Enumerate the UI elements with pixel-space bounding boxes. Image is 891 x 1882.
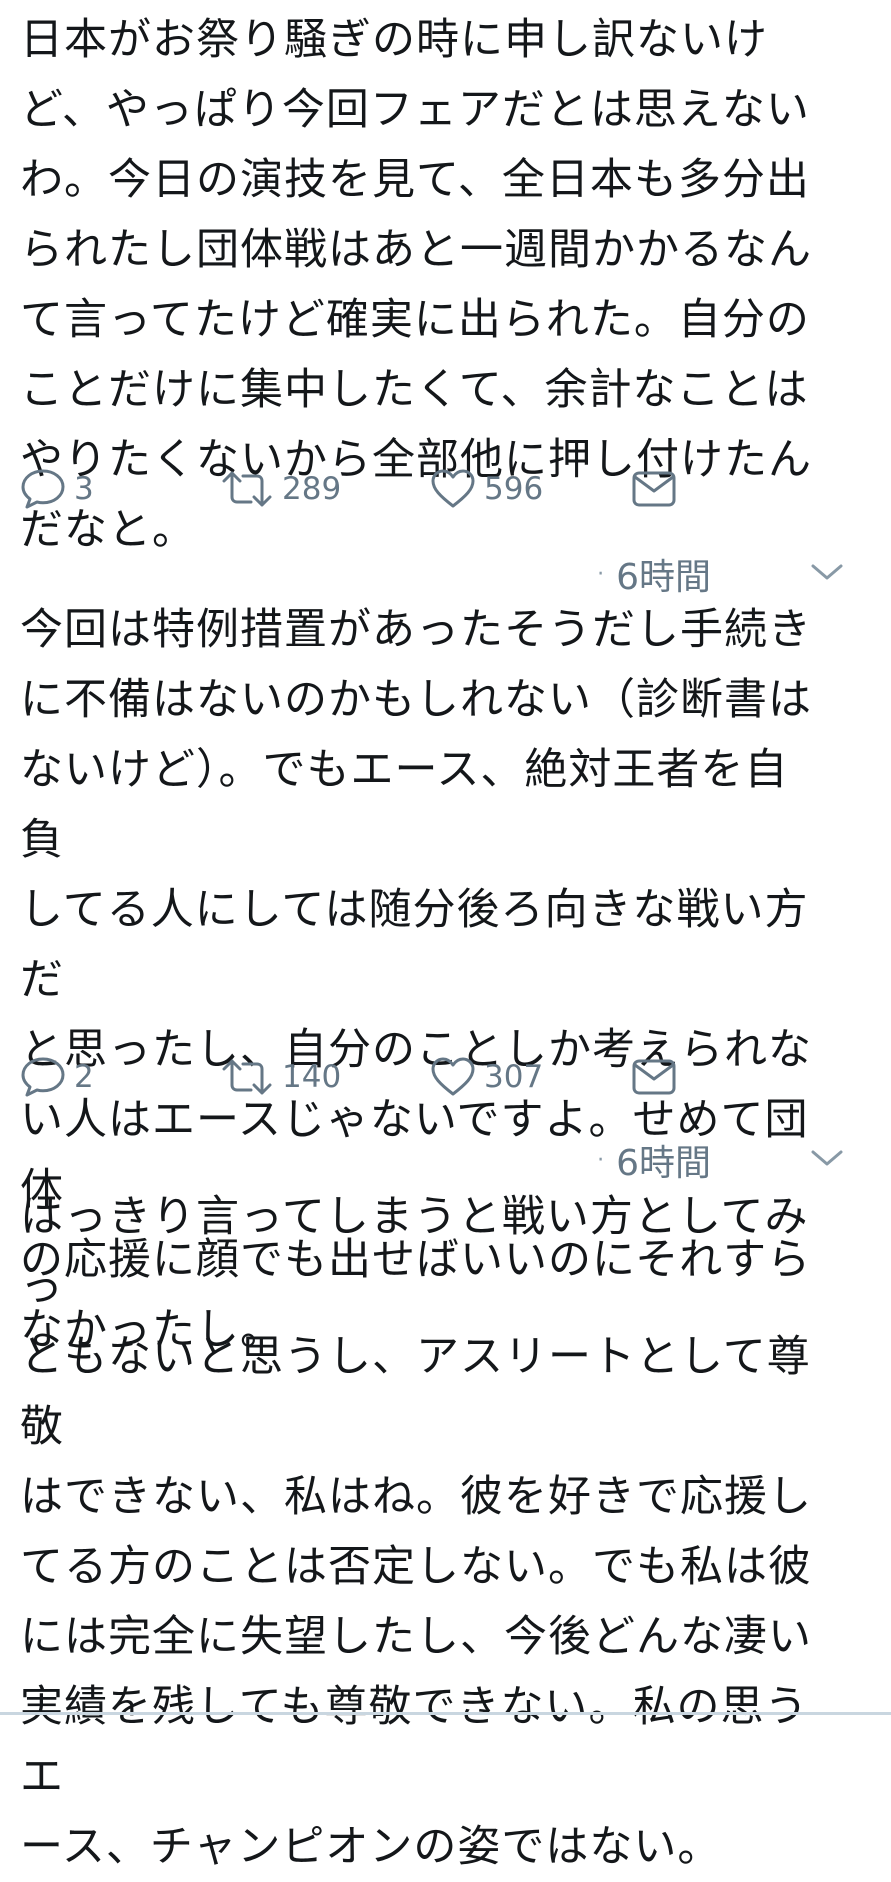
retweet-icon (222, 1059, 272, 1095)
separator-dot: · (597, 561, 605, 587)
reply-icon (21, 469, 65, 509)
time-label: 6時間 (616, 1143, 711, 1184)
reply-button[interactable]: 3 (20, 464, 94, 514)
dm-button[interactable] (632, 464, 676, 514)
dm-button[interactable] (632, 1052, 676, 1102)
tweet-timestamp[interactable]: · 6時間 (597, 1134, 711, 1186)
chevron-down-icon[interactable] (807, 556, 847, 586)
like-button[interactable]: 596 (430, 464, 543, 514)
heart-icon (431, 1057, 475, 1096)
retweet-button[interactable]: 140 (220, 1052, 341, 1102)
retweet-count: 289 (282, 471, 342, 507)
tweet-actions: 3 289 596 (20, 464, 780, 514)
envelope-icon (632, 1059, 676, 1095)
tweet-timestamp[interactable]: · 6時間 (597, 548, 711, 600)
heart-icon (431, 469, 475, 508)
reply-icon (21, 1057, 65, 1097)
envelope-icon (632, 471, 676, 507)
tweet-header: · 6時間 (20, 1134, 871, 1184)
time-label: 6時間 (616, 557, 711, 598)
chevron-down-icon[interactable] (807, 1142, 847, 1172)
tweet-header: · 6時間 (20, 548, 871, 598)
retweet-button[interactable]: 289 (220, 464, 341, 514)
like-button[interactable]: 307 (430, 1052, 543, 1102)
reply-button[interactable]: 2 (20, 1052, 94, 1102)
tweet-actions: 2 140 307 (20, 1052, 780, 1102)
retweet-icon (222, 471, 272, 507)
tweet-text: はっきり言ってしまうと戦い方としてみっ ともないと思うし、アスリートとして尊敬 … (20, 1192, 812, 1872)
separator-dot: · (597, 1147, 605, 1173)
retweet-count: 140 (282, 1059, 342, 1095)
reply-count: 2 (74, 1059, 94, 1095)
like-count: 307 (484, 1059, 544, 1095)
reply-count: 3 (74, 471, 94, 507)
like-count: 596 (484, 471, 544, 507)
